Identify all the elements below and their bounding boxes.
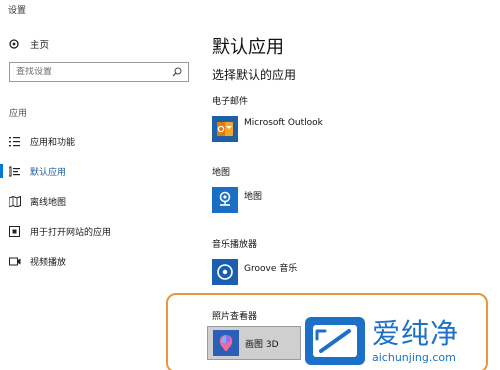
sidebar-item-label: 用于打开网站的应用 bbox=[30, 227, 112, 238]
category-label-email: 电子邮件 bbox=[212, 97, 249, 107]
email-app-button[interactable]: Microsoft Outlook bbox=[212, 116, 323, 142]
email-app-name: Microsoft Outlook bbox=[244, 118, 323, 128]
watermark-text: 爱纯净 bbox=[372, 317, 460, 350]
page-title: 默认应用 bbox=[212, 37, 284, 58]
sidebar-item-offline-maps[interactable]: 离线地图 bbox=[0, 186, 195, 216]
maps-app-button[interactable]: 地图 bbox=[212, 187, 262, 213]
music-app-button[interactable]: Groove 音乐 bbox=[212, 259, 297, 285]
gear-icon bbox=[8, 38, 22, 50]
open-web-icon bbox=[9, 225, 23, 237]
sidebar-item-label: 应用和功能 bbox=[30, 137, 76, 148]
maps-app-name: 地图 bbox=[244, 192, 263, 202]
outlook-icon bbox=[212, 116, 238, 142]
active-indicator bbox=[0, 164, 3, 178]
list-icon bbox=[9, 136, 23, 147]
category-label-maps: 地图 bbox=[212, 168, 231, 178]
default-apps-icon bbox=[9, 166, 23, 177]
map-icon bbox=[9, 195, 23, 207]
sidebar-item-apps-features[interactable]: 应用和功能 bbox=[0, 126, 195, 156]
photo-viewer-app-name: 画图 3D bbox=[245, 339, 279, 350]
sidebar-item-apps-for-websites[interactable]: 用于打开网站的应用 bbox=[0, 216, 195, 246]
page-subtitle: 选择默认的应用 bbox=[212, 68, 297, 82]
sidebar-item-label: 离线地图 bbox=[30, 197, 67, 208]
home-link[interactable]: 主页 bbox=[8, 36, 49, 52]
sidebar-item-label: 视频播放 bbox=[30, 257, 67, 268]
paint3d-icon bbox=[213, 330, 239, 356]
category-label-music: 音乐播放器 bbox=[212, 240, 258, 250]
music-app-name: Groove 音乐 bbox=[244, 264, 298, 274]
home-label: 主页 bbox=[30, 40, 50, 51]
video-icon bbox=[9, 256, 23, 267]
section-label: 应用 bbox=[9, 109, 28, 119]
sidebar-nav: 应用和功能 默认应用 离线地图 用于打开网站的应用 视频播放 bbox=[0, 126, 195, 276]
search-icon[interactable] bbox=[172, 67, 182, 77]
groove-icon bbox=[212, 259, 238, 285]
maps-app-icon bbox=[212, 187, 238, 213]
search-input[interactable] bbox=[16, 67, 172, 77]
photo-viewer-app-button[interactable]: 画图 3D bbox=[207, 326, 301, 360]
sidebar-item-video-playback[interactable]: 视频播放 bbox=[0, 246, 195, 276]
category-label-photo-viewer: 照片查看器 bbox=[212, 312, 258, 322]
window-title: 设置 bbox=[8, 6, 27, 16]
sidebar-item-label: 默认应用 bbox=[30, 167, 67, 178]
search-box[interactable] bbox=[9, 62, 189, 82]
sidebar-item-default-apps[interactable]: 默认应用 bbox=[0, 156, 195, 186]
watermark-url: aichunjing.com bbox=[372, 351, 456, 364]
